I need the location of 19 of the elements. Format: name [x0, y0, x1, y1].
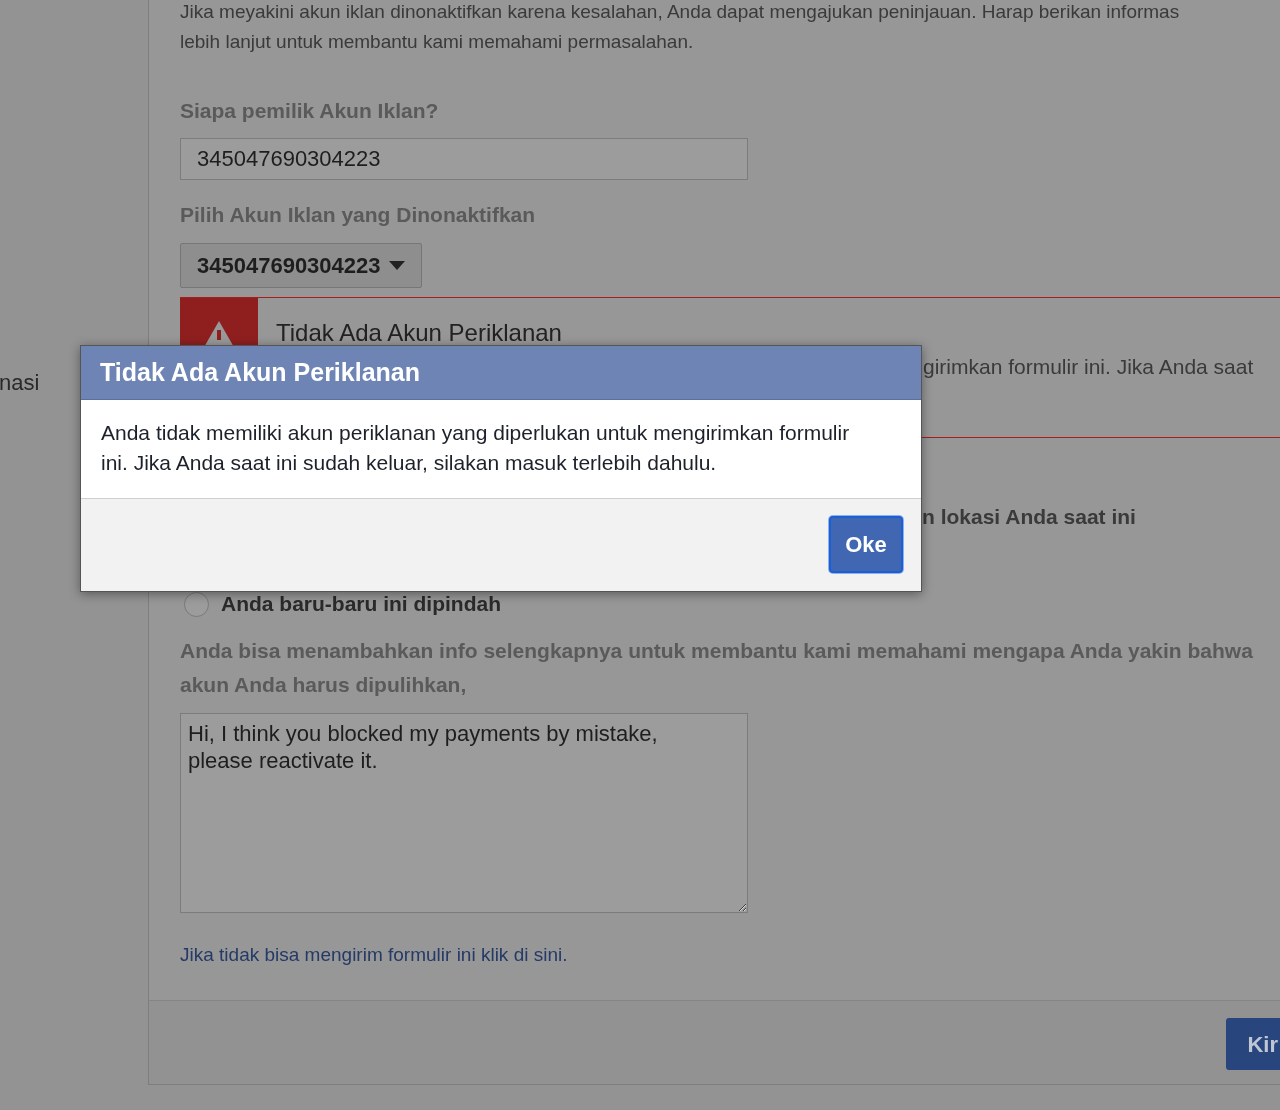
caret-icon [388, 260, 405, 271]
submit-button[interactable]: Kir [1226, 1018, 1280, 1070]
field-label: Pilih Akun Iklan yang Dinonaktifkan [180, 202, 536, 228]
details-field[interactable]: Hi, I think you blocked my payments by mistake, please reactivate it. [180, 713, 748, 913]
question-label: n lokasi Anda saat ini [922, 504, 1136, 530]
alert-title: Tidak Ada Akun Periklanan [275, 318, 563, 348]
alert-text: girimkan formulir ini. Jika Anda saat [923, 354, 1255, 380]
dialog-title: Tidak Ada Akun Periklanan [100, 356, 420, 388]
radio-label: Anda baru-baru ini dipindah [221, 591, 501, 617]
details-label: Anda bisa menambahkan info selengkapnya untuk membantu kami memahami mengapa Anda yakin bahwa akun Anda harus dipulihkan, [180, 638, 1254, 698]
owner-field[interactable]: 345047690304223 [180, 138, 748, 180]
dialog-message: Anda tidak memiliki akun periklanan yang diperlukan untuk mengirimkan formulir ini. Jika Anda saat ini sudah keluar, silakan masuk terlebih dahulu. [100, 420, 851, 476]
ok-button[interactable]: Oke [829, 516, 903, 573]
field-label: Siapa pemilik Akun Iklan? [180, 98, 439, 124]
account-dropdown[interactable]: 345047690304223 [180, 243, 422, 288]
radio-button[interactable] [184, 591, 209, 617]
sidebar-label: nasi [0, 369, 40, 397]
intro-paragraph: Jika meyakini akun iklan dinonaktifkan karena kesalahan, Anda dapat mengajukan peninjauan. Harap berikan informas lebih lanjut untuk membantu kami memahami permasalahan. [180, 0, 1180, 54]
help-link[interactable]: Jika tidak bisa mengirim formulir ini klik di sini. [180, 940, 568, 970]
